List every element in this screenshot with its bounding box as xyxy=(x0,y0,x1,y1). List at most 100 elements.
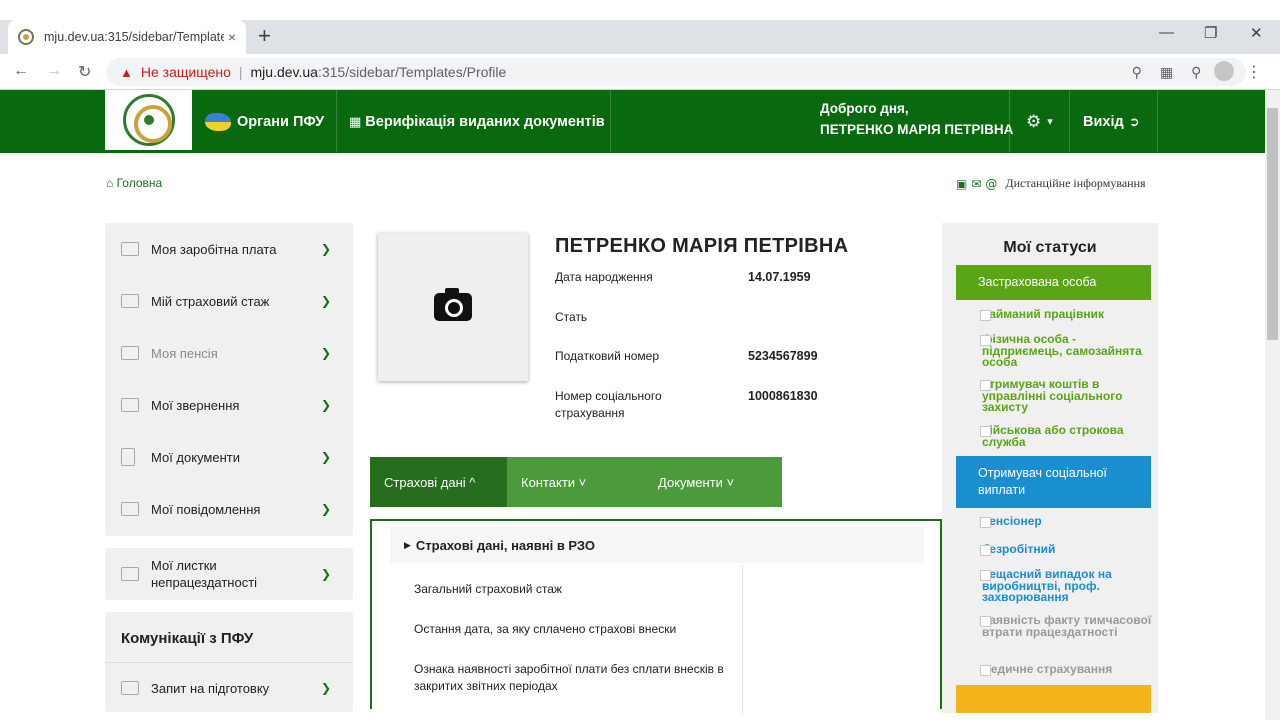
tax-number-label: Податковий номер xyxy=(555,349,660,363)
status-option: військова або строкова служба xyxy=(982,423,1124,449)
tax-number-value: 5234567899 xyxy=(748,349,818,363)
status-checkbox[interactable] xyxy=(980,335,991,346)
tab-documents[interactable]: Документи ˅ xyxy=(644,457,781,507)
site-favicon-icon xyxy=(18,29,34,45)
chevron-right-icon: ❯ xyxy=(320,681,331,695)
chevron-right-icon: ❯ xyxy=(320,502,331,516)
tab-title: mju.dev.ua:315/sidebar/Template xyxy=(44,30,224,44)
status-checkbox[interactable] xyxy=(980,570,991,581)
new-tab-button[interactable]: + xyxy=(258,24,271,48)
sidebar-item-pension[interactable]: Моя пенсія ❯ xyxy=(105,327,353,379)
sidebar-item-insurance-record[interactable]: Мій страховий стаж ❯ xyxy=(105,275,353,327)
status-checkbox[interactable] xyxy=(980,665,991,676)
status-option: отримувач коштів в управлінні соціальног… xyxy=(982,377,1123,414)
insurance-row: Остання дата, за яку сплачено страхові в… xyxy=(414,622,677,636)
restore-icon[interactable]: ❐ xyxy=(1204,24,1217,42)
insurance-row: Загальний страховий стаж xyxy=(414,582,562,596)
header-divider xyxy=(1157,90,1158,153)
header-divider xyxy=(610,90,611,153)
tab-insurance-data[interactable]: Страхові дані ^ xyxy=(370,457,507,507)
status-option: наявність факту тимчасової втрати працез… xyxy=(982,613,1152,639)
key-icon[interactable]: ⚲ xyxy=(1132,64,1142,81)
translate-icon[interactable]: ▦ xyxy=(1160,64,1173,81)
chevron-right-icon: ❯ xyxy=(320,294,331,308)
next-status-header xyxy=(956,685,1151,713)
social-recipient-header: Отримувач соціальної виплати xyxy=(956,456,1151,508)
sidebar-item-label: Мої звернення xyxy=(151,397,240,413)
forward-icon[interactable]: → xyxy=(46,62,62,80)
status-option: нещасний випадок на виробництві, проф. з… xyxy=(982,567,1112,604)
browser-tab[interactable]: mju.dev.ua:315/sidebar/Template × xyxy=(8,20,246,54)
status-checkbox[interactable] xyxy=(980,545,991,556)
pfu-logo[interactable] xyxy=(105,90,192,150)
minimize-icon[interactable]: — xyxy=(1159,24,1174,41)
greeting-line: Доброго дня, xyxy=(820,101,909,116)
verification-link[interactable]: ▦ Верифікація виданих документів xyxy=(349,90,605,153)
insurance-panel: ▶ Страхові дані, наявні в РЗО Загальний … xyxy=(370,519,942,715)
sidebar-item-label: Моя заробітна плата xyxy=(151,241,277,257)
profile-photo-upload[interactable] xyxy=(378,233,528,381)
statuses-title: Мої статуси xyxy=(1003,239,1097,256)
envelope-icon xyxy=(121,502,139,516)
browser-tabstrip: mju.dev.ua:315/sidebar/Template × + — ❐ … xyxy=(0,0,1280,54)
envelope-icon xyxy=(121,398,139,412)
sidebar-sick-leave-label: Мої листки непрацездатності xyxy=(151,557,257,591)
status-option: фізична особа - підприємець, самозайнята… xyxy=(982,332,1142,369)
social-number-label: Номер соціального страхування xyxy=(555,388,705,422)
status-option: найманий працівник xyxy=(982,307,1104,321)
tab-close-icon[interactable]: × xyxy=(228,29,236,45)
reload-icon[interactable]: ↻ xyxy=(78,62,91,82)
browser-toolbar: ← → ↻ ▲ Не защищено | mju.dev.ua :315/si… xyxy=(0,54,1280,90)
zoom-icon[interactable]: ⚲ xyxy=(1191,64,1201,81)
sidebar-item-documents[interactable]: Мої документи ❯ xyxy=(105,431,353,483)
scrollbar-thumb[interactable] xyxy=(1267,108,1278,340)
back-icon[interactable]: ← xyxy=(13,62,29,80)
wallet-icon xyxy=(121,242,139,256)
logout-label: Вихід xyxy=(1083,113,1124,130)
browser-menu-icon[interactable]: ⋮ xyxy=(1246,62,1262,82)
sidebar-item-salary[interactable]: Моя заробітна плата ❯ xyxy=(105,223,353,275)
page-scrollbar[interactable] xyxy=(1265,90,1280,720)
remote-info-link[interactable]: ▣ ✉ @ Дистанційне інформування xyxy=(956,176,1146,191)
sidebar-menu: Моя заробітна плата ❯ Мій страховий стаж… xyxy=(105,223,353,536)
sex-label: Стать xyxy=(555,310,588,324)
pfu-bodies-link[interactable]: Органи ПФУ xyxy=(205,90,324,153)
sidebar-item-label: Мої повідомлення xyxy=(151,501,261,517)
ukraine-map-icon xyxy=(205,112,231,131)
at-icon: @ xyxy=(985,176,998,191)
communications-title: Комунікації з ПФУ xyxy=(121,630,254,647)
window-close-icon[interactable]: ✕ xyxy=(1250,24,1263,42)
status-checkbox[interactable] xyxy=(980,380,991,391)
profile-avatar-icon[interactable] xyxy=(1214,61,1234,81)
status-option: пенсіонер xyxy=(982,514,1042,528)
profile-name: ПЕТРЕНКО МАРІЯ ПЕТРІВНА xyxy=(555,235,849,257)
sidebar-sick-leave-card: Мої листки непрацездатності ❯ xyxy=(105,548,353,600)
calendar-icon xyxy=(121,294,139,308)
insurance-section-header[interactable]: ▶ Страхові дані, наявні в РЗО xyxy=(390,527,924,563)
home-icon: ⌂ xyxy=(106,176,114,190)
status-checkbox[interactable] xyxy=(980,517,991,528)
sidebar-item-appeals[interactable]: Мої звернення ❯ xyxy=(105,379,353,431)
gear-icon: ⚙ xyxy=(1026,111,1042,131)
logout-button[interactable]: Вихід ➲ xyxy=(1083,90,1140,153)
sidebar-item-sick-leave[interactable]: Мої листки непрацездатності ❯ xyxy=(105,548,353,600)
status-checkbox[interactable] xyxy=(980,310,991,321)
settings-dropdown[interactable]: ⚙ ▾ xyxy=(1026,90,1053,153)
url-path: :315/sidebar/Templates/Profile xyxy=(317,64,507,80)
sidebar-item-label: Мій страховий стаж xyxy=(151,293,270,309)
user-greeting: Доброго дня, ПЕТРЕНКО МАРІЯ ПЕТРІВНА xyxy=(820,98,1013,140)
site-header: Органи ПФУ ▦ Верифікація виданих докумен… xyxy=(0,90,1265,153)
sign-out-icon: ➲ xyxy=(1128,113,1140,129)
sidebar-item-request[interactable]: Запит на підготовку ❯ xyxy=(105,662,353,714)
chevron-right-icon: ❯ xyxy=(320,398,331,412)
chevron-right-icon: ❯ xyxy=(320,346,331,360)
breadcrumb[interactable]: ⌂ Головна xyxy=(106,176,162,190)
status-checkbox[interactable] xyxy=(980,616,991,627)
tab-contacts[interactable]: Контакти ˅ xyxy=(507,457,644,507)
verification-label: Верифікація виданих документів xyxy=(365,113,605,130)
status-checkbox[interactable] xyxy=(980,426,991,437)
social-label-line: Номер соціального xyxy=(555,389,662,403)
sidebar-item-messages[interactable]: Мої повідомлення ❯ xyxy=(105,483,353,535)
address-bar[interactable]: ▲ Не защищено | mju.dev.ua :315/sidebar/… xyxy=(106,58,1246,86)
medical-document-icon xyxy=(121,567,139,581)
